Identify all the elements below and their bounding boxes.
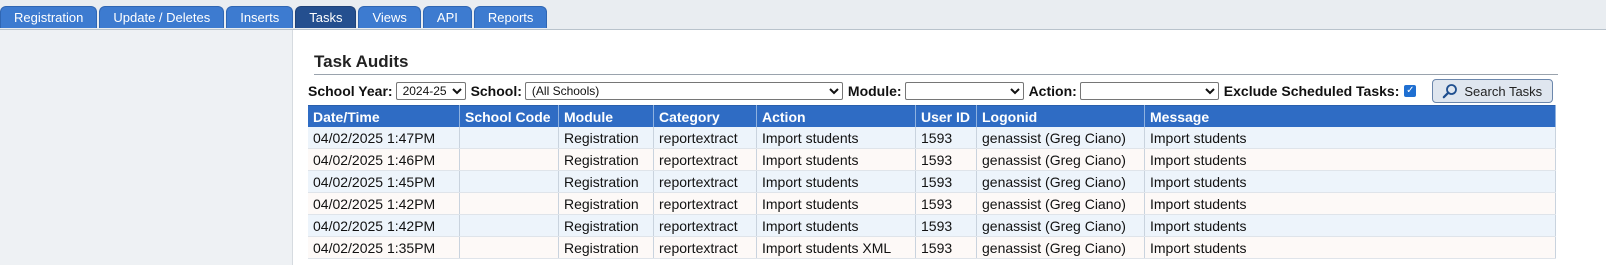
cell-user-id: 1593 (915, 170, 977, 193)
cell-module: Registration (558, 236, 654, 259)
cell-school-code (459, 170, 559, 193)
cell-action: Import students (756, 127, 916, 149)
table-row[interactable]: 04/02/2025 1:47PM Registration reportext… (308, 127, 1556, 149)
cell-school-code (459, 148, 559, 171)
action-label: Action: (1028, 83, 1077, 99)
col-header-category[interactable]: Category (653, 105, 757, 127)
cell-message: Import students (1144, 170, 1556, 193)
table-row[interactable]: 04/02/2025 1:42PM Registration reportext… (308, 214, 1556, 237)
filter-bar: School Year: 2024-25 School: (All School… (308, 78, 1598, 104)
cell-user-id: 1593 (915, 127, 977, 149)
exclude-scheduled-checkbox[interactable]: ✓ (1404, 85, 1417, 97)
cell-datetime: 04/02/2025 1:45PM (308, 170, 460, 193)
cell-message: Import students (1144, 236, 1556, 259)
cell-module: Registration (558, 170, 654, 193)
tab-reports[interactable]: Reports (473, 6, 548, 28)
cell-datetime: 04/02/2025 1:47PM (308, 127, 460, 149)
cell-datetime: 04/02/2025 1:35PM (308, 236, 460, 259)
cell-category: reportextract (653, 236, 757, 259)
school-year-select[interactable]: 2024-25 (395, 82, 466, 100)
module-select[interactable] (904, 82, 1024, 100)
cell-message: Import students (1144, 214, 1556, 237)
cell-category: reportextract (653, 170, 757, 193)
task-audits-table: Date/Time School Code Module Category Ac… (308, 105, 1556, 259)
cell-logonid: genassist (Greg Ciano) (976, 214, 1145, 237)
table-row[interactable]: 04/02/2025 1:35PM Registration reportext… (308, 236, 1556, 259)
search-tasks-label: Search Tasks (1464, 83, 1543, 99)
table-row[interactable]: 04/02/2025 1:42PM Registration reportext… (308, 192, 1556, 215)
table-header-row: Date/Time School Code Module Category Ac… (308, 105, 1556, 127)
tab-tasks[interactable]: Tasks (295, 6, 357, 28)
tab-views[interactable]: Views (358, 6, 421, 28)
school-year-label: School Year: (308, 83, 393, 99)
cell-logonid: genassist (Greg Ciano) (976, 170, 1145, 193)
cell-school-code (459, 192, 559, 215)
action-select[interactable] (1079, 82, 1219, 100)
col-header-datetime[interactable]: Date/Time (308, 105, 460, 127)
cell-datetime: 04/02/2025 1:42PM (308, 192, 460, 215)
cell-user-id: 1593 (915, 148, 977, 171)
col-header-action[interactable]: Action (756, 105, 916, 127)
cell-action: Import students (756, 214, 916, 237)
cell-action: Import students (756, 148, 916, 171)
cell-user-id: 1593 (915, 192, 977, 215)
page-title: Task Audits (314, 52, 409, 71)
col-header-user-id[interactable]: User ID (915, 105, 977, 127)
search-icon (1442, 83, 1458, 99)
cell-logonid: genassist (Greg Ciano) (976, 148, 1145, 171)
cell-message: Import students (1144, 148, 1556, 171)
cell-module: Registration (558, 127, 654, 149)
cell-module: Registration (558, 148, 654, 171)
table-row[interactable]: 04/02/2025 1:46PM Registration reportext… (308, 148, 1556, 171)
exclude-scheduled-label: Exclude Scheduled Tasks: (1223, 83, 1400, 99)
school-select[interactable]: (All Schools) (524, 82, 843, 100)
cell-school-code (459, 236, 559, 259)
cell-category: reportextract (653, 192, 757, 215)
tab-registration[interactable]: Registration (0, 6, 98, 28)
cell-school-code (459, 127, 559, 149)
left-panel (0, 30, 293, 265)
tab-api[interactable]: API (422, 6, 472, 28)
cell-message: Import students (1144, 192, 1556, 215)
nav-tabs: Registration Update / Deletes Inserts Ta… (0, 6, 548, 28)
search-tasks-button[interactable]: Search Tasks (1432, 79, 1554, 103)
cell-module: Registration (558, 214, 654, 237)
col-header-school-code[interactable]: School Code (459, 105, 559, 127)
col-header-logonid[interactable]: Logonid (976, 105, 1145, 127)
cell-logonid: genassist (Greg Ciano) (976, 192, 1145, 215)
cell-action: Import students XML (756, 236, 916, 259)
cell-action: Import students (756, 192, 916, 215)
col-header-message[interactable]: Message (1144, 105, 1556, 127)
cell-category: reportextract (653, 148, 757, 171)
tab-update-deletes[interactable]: Update / Deletes (99, 6, 225, 28)
main-content: Task Audits School Year: 2024-25 School:… (308, 30, 1598, 265)
cell-datetime: 04/02/2025 1:46PM (308, 148, 460, 171)
cell-school-code (459, 214, 559, 237)
cell-user-id: 1593 (915, 214, 977, 237)
tab-inserts[interactable]: Inserts (226, 6, 294, 28)
title-divider (314, 74, 1558, 75)
module-label: Module: (847, 83, 902, 99)
school-label: School: (470, 83, 522, 99)
cell-category: reportextract (653, 214, 757, 237)
cell-message: Import students (1144, 127, 1556, 149)
top-nav-bar: Registration Update / Deletes Inserts Ta… (0, 0, 1606, 30)
cell-logonid: genassist (Greg Ciano) (976, 236, 1145, 259)
cell-logonid: genassist (Greg Ciano) (976, 127, 1145, 149)
cell-category: reportextract (653, 127, 757, 149)
cell-user-id: 1593 (915, 236, 977, 259)
cell-datetime: 04/02/2025 1:42PM (308, 214, 460, 237)
cell-action: Import students (756, 170, 916, 193)
col-header-module[interactable]: Module (558, 105, 654, 127)
cell-module: Registration (558, 192, 654, 215)
table-row[interactable]: 04/02/2025 1:45PM Registration reportext… (308, 170, 1556, 193)
